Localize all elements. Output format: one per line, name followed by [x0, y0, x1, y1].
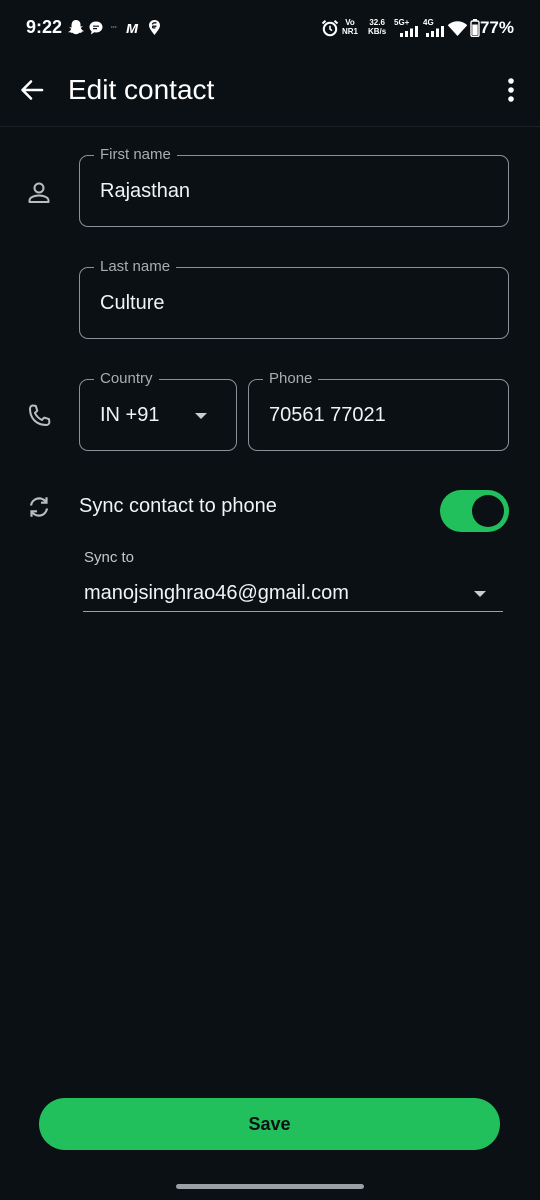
- more-vert-icon: [508, 78, 514, 102]
- snapchat-icon: [68, 20, 84, 35]
- country-select[interactable]: Country IN +91: [79, 369, 237, 451]
- phone-icon: [29, 404, 51, 426]
- sync-to-label: Sync to: [84, 549, 135, 566]
- small-app-icon: ···: [111, 25, 117, 31]
- sync-to-dropdown-icon[interactable]: [474, 591, 486, 597]
- save-button[interactable]: Save: [39, 1098, 500, 1150]
- home-indicator[interactable]: [176, 1184, 364, 1189]
- sync-contact-label: Sync contact to phone: [79, 495, 277, 517]
- chat-bubble-icon: [89, 21, 103, 35]
- country-value: IN +91: [100, 403, 160, 426]
- sync-to-underline: [83, 611, 503, 612]
- back-button[interactable]: [14, 72, 50, 108]
- signal-icon-2: [426, 26, 444, 37]
- dropdown-icon: [195, 413, 207, 419]
- sync-to-account[interactable]: manojsinghrao46@gmail.com: [84, 582, 349, 605]
- person-icon: [28, 182, 50, 203]
- battery-percentage: 77%: [479, 18, 514, 37]
- wifi-icon: [447, 21, 468, 36]
- battery-icon: [470, 19, 480, 37]
- phone-field[interactable]: Phone 70561 77021: [248, 369, 509, 451]
- network-speed: 32.6 KB/s: [368, 18, 387, 36]
- first-name-value[interactable]: Rajasthan: [100, 156, 190, 226]
- signal-icon: [400, 26, 418, 37]
- m-app-icon: ᴍ: [126, 18, 139, 37]
- status-time: 9:22: [26, 17, 63, 37]
- back-arrow-icon: [21, 80, 44, 100]
- phone-value[interactable]: 70561 77021: [269, 380, 386, 450]
- status-bar: 9:22 ··· ᴍ Vo NR1 32.6 KB/s 5G+ 4G 77%: [0, 0, 540, 58]
- last-name-field[interactable]: Last name Culture: [79, 257, 509, 339]
- swiggy-icon: [149, 20, 160, 35]
- more-options-button[interactable]: [494, 70, 528, 110]
- last-name-value[interactable]: Culture: [100, 268, 164, 338]
- volte-indicator: Vo NR1: [342, 18, 359, 36]
- first-name-field[interactable]: First name Rajasthan: [79, 145, 509, 227]
- alarm-icon: [321, 20, 339, 37]
- page-title: Edit contact: [68, 74, 215, 105]
- toggle-thumb: [472, 495, 504, 527]
- sync-icon: [29, 497, 49, 517]
